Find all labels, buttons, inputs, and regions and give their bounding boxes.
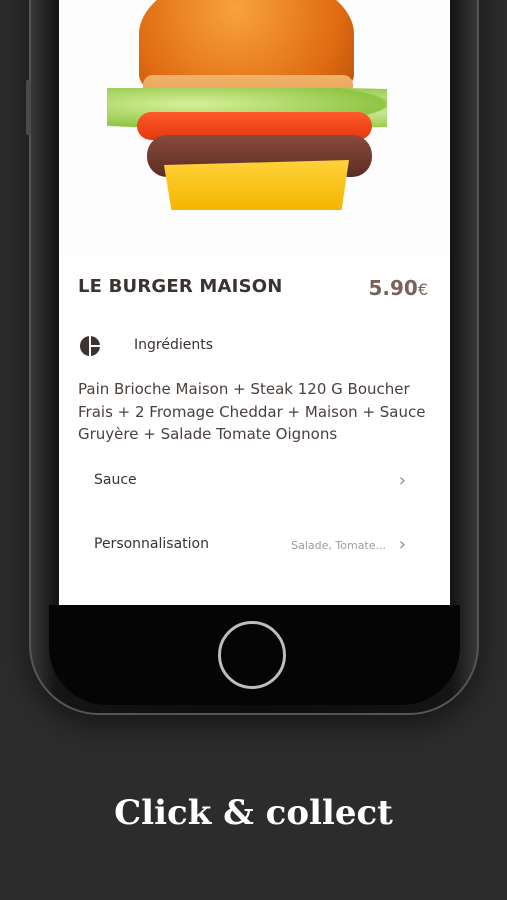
- promo-caption: Click & collect: [114, 793, 393, 833]
- chevron-right-icon: ›: [398, 534, 406, 555]
- sauce-option-row[interactable]: Sauce ›: [59, 462, 450, 502]
- ingredients-label: Ingrédients: [134, 337, 213, 353]
- product-title: LE BURGER MAISON: [78, 276, 283, 297]
- ingredients-icon: [80, 336, 100, 356]
- ingredients-text: Pain Brioche Maison + Steak 120 G Bouche…: [78, 380, 426, 443]
- sauce-option-label: Sauce: [94, 472, 137, 488]
- personnalisation-option-value: Salade, Tomate...: [291, 539, 386, 552]
- price-value: 5.90: [368, 276, 418, 300]
- price-currency: €: [417, 280, 428, 299]
- chevron-right-icon: ›: [398, 470, 406, 491]
- personnalisation-option-label: Personnalisation: [94, 536, 209, 552]
- personnalisation-option-row[interactable]: Personnalisation Salade, Tomate... ›: [59, 526, 450, 566]
- product-price: 5.90€: [368, 276, 428, 300]
- app-screen: LE BURGER MAISON 5.90€ Ingrédients Pain …: [59, 0, 450, 605]
- home-button[interactable]: [218, 621, 286, 689]
- burger-image: [59, 0, 450, 255]
